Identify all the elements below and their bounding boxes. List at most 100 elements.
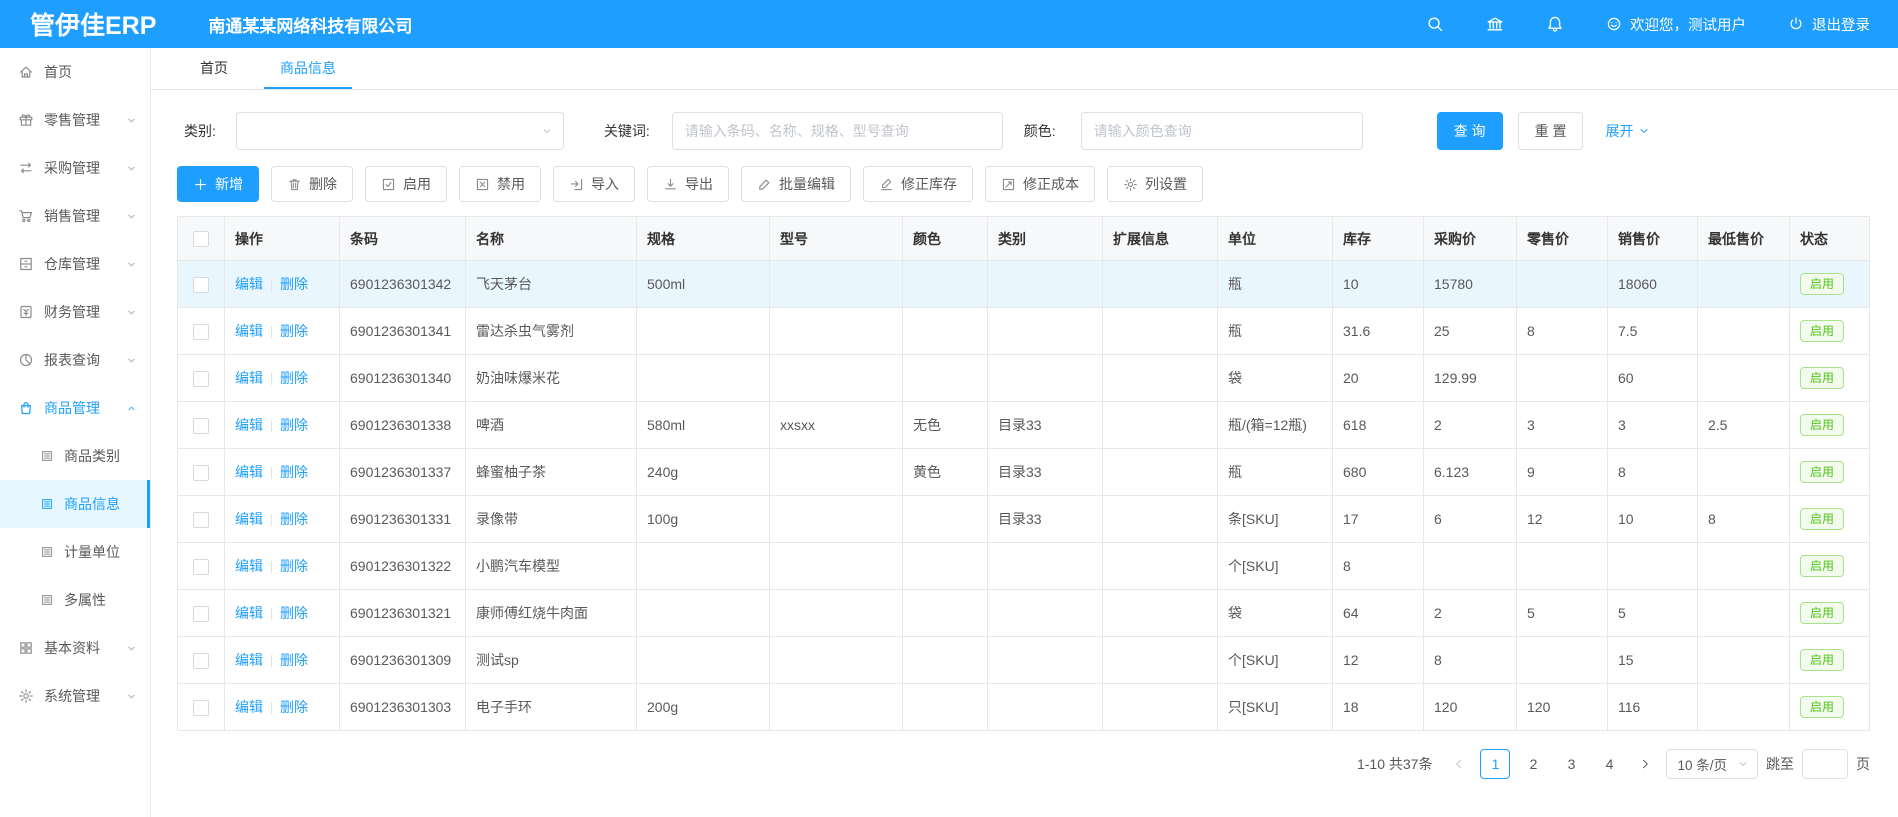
delete-link[interactable]: 删除 [280, 511, 308, 527]
page-button[interactable]: 4 [1594, 749, 1624, 779]
delete-link[interactable]: 删除 [280, 605, 308, 621]
column-header: 单位 [1218, 217, 1333, 261]
row-checkbox[interactable] [193, 559, 209, 575]
sale-price-cell [1608, 543, 1698, 590]
color-cell [903, 684, 988, 731]
row-checkbox[interactable] [193, 653, 209, 669]
edit-link[interactable]: 编辑 [235, 699, 263, 715]
page-button[interactable]: 2 [1518, 749, 1548, 779]
delete-link[interactable]: 删除 [280, 558, 308, 574]
color-cell: 黄色 [903, 449, 988, 496]
barcode-cell: 6901236301309 [340, 637, 466, 684]
select-all-checkbox[interactable] [193, 231, 209, 247]
toolbar-button[interactable]: 修正成本 [985, 166, 1095, 202]
name-cell: 测试sp [466, 637, 637, 684]
sidebar-item[interactable]: 零售管理 [0, 96, 150, 144]
sidebar-item[interactable]: 商品信息 [0, 480, 150, 528]
toolbar-button[interactable]: 列设置 [1107, 166, 1203, 202]
edit-link[interactable]: 编辑 [235, 652, 263, 668]
sidebar-item[interactable]: 销售管理 [0, 192, 150, 240]
column-header: 采购价 [1424, 217, 1517, 261]
category-select[interactable] [236, 112, 564, 150]
chevron-down-icon [126, 259, 137, 270]
sidebar-item[interactable]: 商品管理 [0, 384, 150, 432]
toolbar-button[interactable]: 新增 [177, 166, 259, 202]
sidebar-item[interactable]: 系统管理 [0, 672, 150, 720]
edit-link[interactable]: 编辑 [235, 511, 263, 527]
delete-link[interactable]: 删除 [280, 464, 308, 480]
purchase-price-cell: 2 [1424, 402, 1517, 449]
toolbar-button[interactable]: 导出 [647, 166, 729, 202]
status-cell: 启用 [1790, 684, 1870, 731]
bell-icon[interactable] [1546, 15, 1564, 33]
tab[interactable]: 首页 [184, 48, 244, 89]
reset-button[interactable]: 重 置 [1518, 112, 1584, 150]
unit-cell: 个[SKU] [1218, 543, 1333, 590]
edit-link[interactable]: 编辑 [235, 605, 263, 621]
sidebar-item[interactable]: 报表查询 [0, 336, 150, 384]
page-button[interactable]: 3 [1556, 749, 1586, 779]
sidebar-item[interactable]: 采购管理 [0, 144, 150, 192]
toolbar-button[interactable]: 禁用 [459, 166, 541, 202]
purchase-price-cell: 8 [1424, 637, 1517, 684]
row-checkbox[interactable] [193, 465, 209, 481]
color-input[interactable] [1081, 112, 1363, 150]
logout-button[interactable]: 退出登录 [1788, 14, 1870, 35]
delete-link[interactable]: 删除 [280, 652, 308, 668]
sidebar-item[interactable]: 商品类别 [0, 432, 150, 480]
row-checkbox[interactable] [193, 418, 209, 434]
toolbar-button[interactable]: 删除 [271, 166, 353, 202]
expand-link[interactable]: 展开 [1605, 121, 1650, 141]
row-checkbox[interactable] [193, 512, 209, 528]
edit-link[interactable]: 编辑 [235, 464, 263, 480]
delete-link[interactable]: 删除 [280, 276, 308, 292]
edit-link[interactable]: 编辑 [235, 323, 263, 339]
toolbar-button[interactable]: 修正库存 [863, 166, 973, 202]
edit-link[interactable]: 编辑 [235, 558, 263, 574]
keyword-input[interactable] [672, 112, 1003, 150]
ops-cell: 编辑 删除 [225, 590, 340, 637]
delete-link[interactable]: 删除 [280, 323, 308, 339]
page-size-select[interactable]: 10 条/页 [1666, 749, 1758, 779]
sidebar-item[interactable]: 基本资料 [0, 624, 150, 672]
row-checkbox[interactable] [193, 324, 209, 340]
unit-cell: 袋 [1218, 590, 1333, 637]
next-page-button[interactable] [1632, 750, 1658, 778]
delete-link[interactable]: 删除 [280, 370, 308, 386]
toolbar-button[interactable]: 批量编辑 [741, 166, 851, 202]
prev-page-button[interactable] [1446, 750, 1472, 778]
welcome-user[interactable]: 欢迎您，测试用户 [1606, 14, 1746, 35]
sidebar-item[interactable]: 财务管理 [0, 288, 150, 336]
delete-link[interactable]: 删除 [280, 417, 308, 433]
row-checkbox[interactable] [193, 371, 209, 387]
edit-link[interactable]: 编辑 [235, 370, 263, 386]
sidebar-item[interactable]: 首页 [0, 48, 150, 96]
edit-link[interactable]: 编辑 [235, 417, 263, 433]
app-logo[interactable]: 管伊佳ERP [0, 6, 156, 42]
search-icon[interactable] [1426, 15, 1444, 33]
sidebar-item[interactable]: 多属性 [0, 576, 150, 624]
jump-page-input[interactable] [1802, 749, 1848, 779]
unit-cell: 袋 [1218, 355, 1333, 402]
delete-link[interactable]: 删除 [280, 699, 308, 715]
unit-cell: 只[SKU] [1218, 684, 1333, 731]
doc-icon [40, 593, 54, 607]
import-icon [569, 177, 584, 192]
bank-icon[interactable] [1486, 15, 1504, 33]
page-button[interactable]: 1 [1480, 749, 1510, 779]
row-checkbox[interactable] [193, 700, 209, 716]
edit-link[interactable]: 编辑 [235, 276, 263, 292]
row-checkbox[interactable] [193, 277, 209, 293]
sidebar-item[interactable]: 仓库管理 [0, 240, 150, 288]
column-header: 操作 [225, 217, 340, 261]
sidebar-item[interactable]: 计量单位 [0, 528, 150, 576]
toolbar-button[interactable]: 导入 [553, 166, 635, 202]
toolbar: 新增 删除 启用 禁用 导入 导出 批量编辑 修正库存 [151, 166, 1898, 216]
toolbar-button[interactable]: 启用 [365, 166, 447, 202]
row-checkbox[interactable] [193, 606, 209, 622]
name-cell: 奶油味爆米花 [466, 355, 637, 402]
tab[interactable]: 商品信息 [264, 48, 352, 89]
search-button[interactable]: 查 询 [1437, 112, 1503, 150]
retail-price-cell [1517, 261, 1608, 308]
category-label: 类别: [184, 121, 216, 141]
